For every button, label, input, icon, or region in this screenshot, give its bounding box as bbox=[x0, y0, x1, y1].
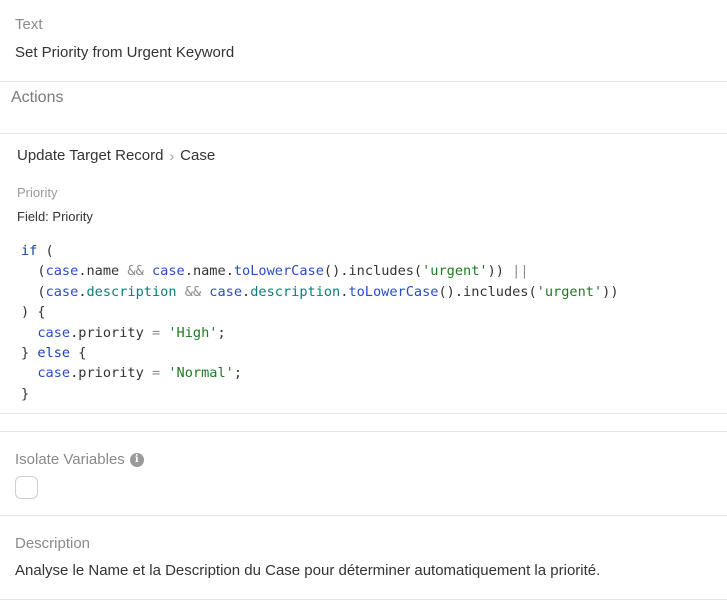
text-field-label: Text bbox=[15, 16, 43, 33]
code-line: case.priority = 'High'; bbox=[37, 324, 226, 341]
isolate-variables-label-row: Isolate Variables i bbox=[15, 451, 144, 469]
code-line: ) { bbox=[21, 304, 46, 321]
actions-heading: Actions bbox=[11, 89, 64, 106]
divider bbox=[0, 81, 727, 82]
breadcrumb-object[interactable]: Case bbox=[180, 147, 215, 165]
divider bbox=[0, 413, 727, 414]
code-line: } else { bbox=[21, 345, 87, 362]
text-field-value[interactable]: Set Priority from Urgent Keyword bbox=[15, 44, 234, 62]
chevron-right-icon: › bbox=[169, 148, 175, 164]
priority-code-editor[interactable]: if ( (case.name && case.name.toLowerCase… bbox=[21, 241, 619, 404]
isolate-variables-label: Isolate Variables bbox=[15, 451, 125, 468]
divider bbox=[0, 133, 727, 134]
divider bbox=[0, 515, 727, 516]
divider bbox=[0, 599, 727, 600]
page: Text Set Priority from Urgent Keyword Ac… bbox=[0, 0, 727, 601]
code-line: if ( bbox=[21, 243, 54, 259]
priority-field-text: Field: Priority bbox=[17, 209, 93, 224]
breadcrumb: Update Target Record › Case bbox=[17, 147, 215, 165]
breadcrumb-action[interactable]: Update Target Record bbox=[17, 147, 163, 165]
isolate-variables-checkbox[interactable] bbox=[15, 476, 38, 499]
description-value[interactable]: Analyse le Name et la Description du Cas… bbox=[15, 562, 600, 580]
priority-label: Priority bbox=[17, 185, 58, 200]
code-line: } bbox=[21, 385, 30, 402]
code-line: (case.name && case.name.toLowerCase().in… bbox=[21, 263, 529, 280]
code-line: (case.description && case.description.to… bbox=[21, 283, 619, 300]
divider bbox=[0, 431, 727, 432]
description-label: Description bbox=[15, 535, 91, 552]
info-icon[interactable]: i bbox=[129, 453, 144, 467]
code-line: case.priority = 'Normal'; bbox=[37, 365, 243, 382]
